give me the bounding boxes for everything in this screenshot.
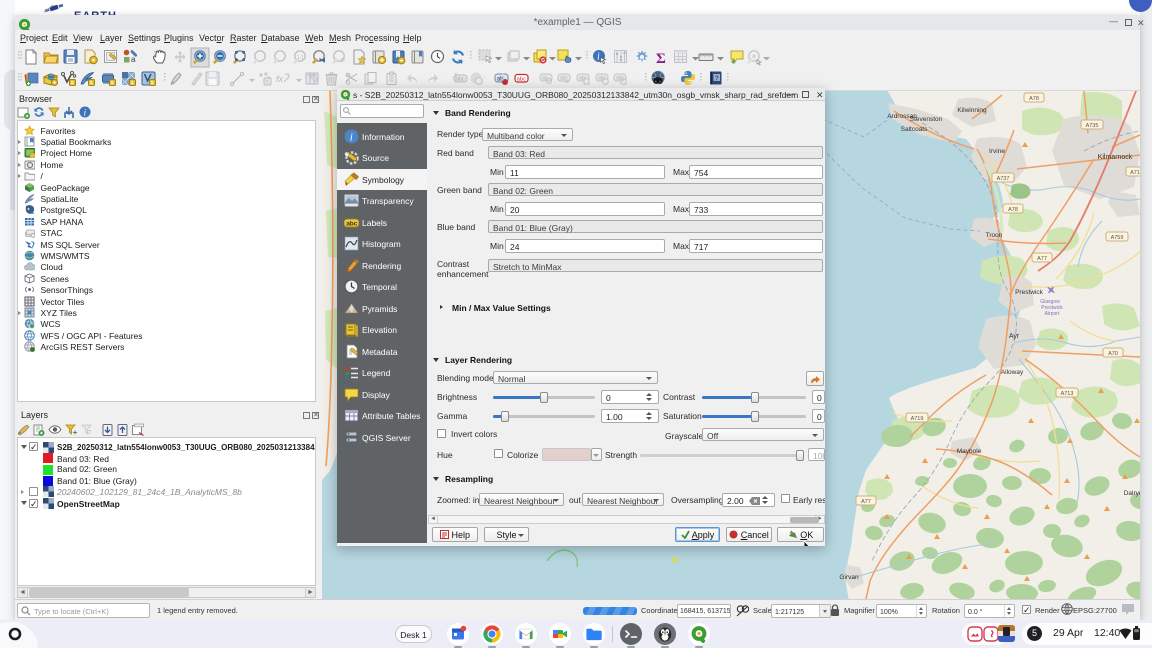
svg-text:A713: A713 bbox=[1061, 391, 1074, 397]
svg-text:A759: A759 bbox=[1111, 235, 1124, 241]
svg-text:Dalrym: Dalrym bbox=[1124, 490, 1140, 497]
svg-text:A77: A77 bbox=[1037, 256, 1047, 262]
svg-text:A735: A735 bbox=[1086, 123, 1099, 129]
svg-text:abc: abc bbox=[517, 77, 526, 83]
svg-text:Irvine: Irvine bbox=[989, 148, 1005, 155]
svg-text:Alloway: Alloway bbox=[1001, 369, 1024, 376]
svg-text:Prestwick: Prestwick bbox=[1015, 289, 1044, 296]
svg-text:?: ? bbox=[715, 75, 719, 82]
svg-text:Troon: Troon bbox=[986, 232, 1003, 239]
svg-text:A737: A737 bbox=[997, 176, 1010, 182]
svg-text:Σ: Σ bbox=[656, 51, 666, 67]
svg-text:Kilmarnock: Kilmarnock bbox=[1098, 154, 1133, 161]
svg-text:A719: A719 bbox=[911, 416, 924, 422]
svg-text:A71: A71 bbox=[1130, 170, 1140, 176]
svg-text:Girvan: Girvan bbox=[839, 574, 859, 581]
svg-text:A70: A70 bbox=[1108, 351, 1118, 357]
svg-text:A77: A77 bbox=[861, 499, 871, 505]
svg-text:Ayr: Ayr bbox=[1009, 333, 1020, 340]
svg-text:abc: abc bbox=[456, 77, 465, 83]
svg-text:σ: σ bbox=[87, 429, 92, 436]
svg-text:Airport: Airport bbox=[1045, 311, 1060, 317]
svg-text:abc: abc bbox=[560, 76, 569, 82]
svg-text:Stevenston: Stevenston bbox=[910, 116, 943, 123]
svg-text:fx: fx bbox=[276, 74, 284, 84]
svg-text:Kilwinning: Kilwinning bbox=[957, 107, 987, 114]
svg-text:Maybole: Maybole bbox=[957, 448, 982, 455]
svg-text:1:1: 1:1 bbox=[297, 55, 304, 61]
svg-text:A78: A78 bbox=[1029, 96, 1039, 102]
svg-text:Saltcoats: Saltcoats bbox=[901, 126, 928, 133]
svg-text:i: i bbox=[597, 52, 600, 63]
svg-text:A78: A78 bbox=[1008, 207, 1018, 213]
